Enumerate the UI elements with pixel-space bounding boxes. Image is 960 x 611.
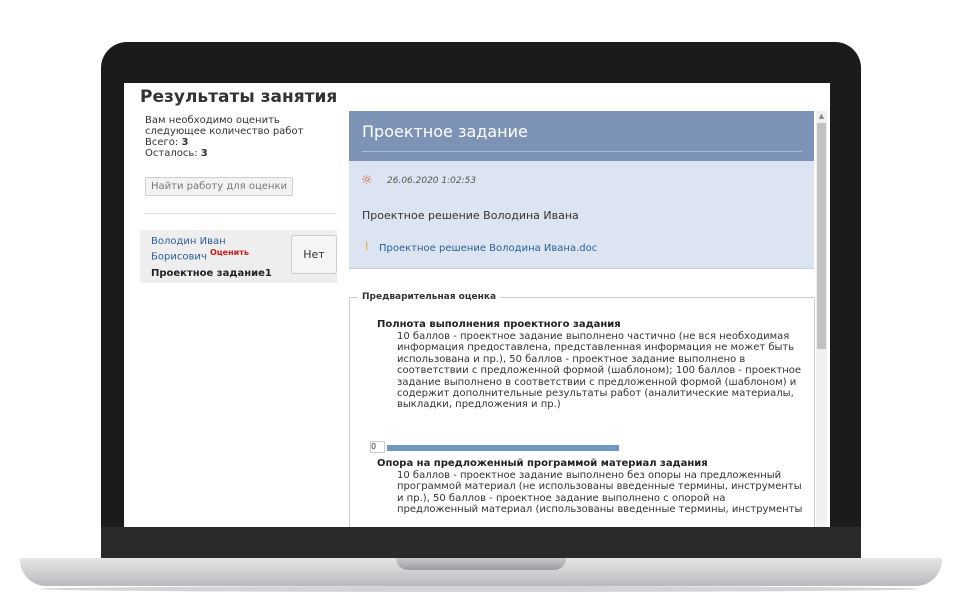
remaining-label: Осталось: xyxy=(145,148,201,159)
criterion-line: соответствии с предложенной формой (шабл… xyxy=(397,365,802,377)
criterion-description: 10 баллов - проектное задание выполнено … xyxy=(397,331,812,411)
paperclip-icon: ⌇ xyxy=(364,240,370,253)
criterion-description: 10 баллов - проектное задание выполнено … xyxy=(397,470,812,516)
panel-header-divider xyxy=(362,151,802,152)
scrollbar[interactable]: ▲ xyxy=(816,111,827,527)
work-card[interactable]: Володин Иван Борисович Оценить Проектное… xyxy=(140,230,337,283)
no-button[interactable]: Нет xyxy=(291,235,337,274)
scroll-thumb[interactable] xyxy=(817,123,826,349)
criterion-line: 10 баллов - проектное задание выполнено … xyxy=(397,331,790,342)
total-row: Всего: 3 xyxy=(145,137,325,148)
document-link[interactable]: Проектное решение Володина Ивана.doc xyxy=(379,243,597,254)
criterion-line: содержит дополнительные результаты работ… xyxy=(397,388,794,400)
panel-title: Проектное задание xyxy=(362,122,528,141)
student-name: Володин Иван Борисович Оценить xyxy=(151,236,271,262)
criterion-line: предложенный материал (использованы введ… xyxy=(397,504,803,516)
criterion-line: задание выполнено в соответствии с предл… xyxy=(397,376,797,388)
page-title: Результаты занятия xyxy=(140,87,338,107)
criterion-line: и пр.), 50 баллов - проектное задание вы… xyxy=(397,492,726,504)
criterion-line: использована и пр.), 50 баллов - проектн… xyxy=(397,353,746,365)
laptop-shadow xyxy=(40,586,920,592)
total-value: 3 xyxy=(181,137,189,148)
panel-body: ☼ 26.06.2020 1:02:53 Проектное решение В… xyxy=(349,161,814,269)
info-line: следующее количество работ xyxy=(145,126,304,137)
work-task: Проектное задание1 xyxy=(151,268,272,279)
divider xyxy=(145,213,336,214)
info-line: Вам необходимо оценить xyxy=(145,115,280,126)
student-name-line2-text: Борисович xyxy=(151,251,207,263)
rate-link[interactable]: Оценить xyxy=(210,248,249,257)
criterion-line: 10 баллов - проектное задание выполнено … xyxy=(397,470,782,481)
student-name-line2: Борисович Оценить xyxy=(151,247,271,262)
datetime: 26.06.2020 1:02:53 xyxy=(387,176,477,186)
remaining-row: Осталось: 3 xyxy=(145,148,325,159)
find-work-button[interactable]: Найти работу для оценки xyxy=(145,177,293,196)
student-name-line1: Володин Иван xyxy=(151,236,226,247)
criterion-line: выкладки, предложения и пр.) xyxy=(397,399,561,411)
assessment-fieldset: Предварительная оценка Полнота выполнени… xyxy=(349,292,815,527)
panel-header: Проектное задание xyxy=(349,111,814,161)
score-slider[interactable] xyxy=(387,445,619,451)
criterion-title: Опора на предложенный программой материа… xyxy=(377,458,708,469)
assessment-legend: Предварительная оценка xyxy=(358,292,501,302)
laptop-notch xyxy=(396,558,566,570)
criterion-line: информация предоставлена, представленная… xyxy=(397,342,795,354)
remaining-value: 3 xyxy=(200,148,208,159)
screen: Результаты занятия Вам необходимо оценит… xyxy=(124,83,830,527)
scroll-up-icon[interactable]: ▲ xyxy=(816,111,827,121)
sun-icon: ☼ xyxy=(361,173,373,188)
score-value[interactable]: 0 xyxy=(370,441,385,453)
criterion-title: Полнота выполнения проектного задания xyxy=(377,319,621,330)
solution-title: Проектное решение Володина Ивана xyxy=(362,209,579,222)
info-text: Вам необходимо оценить следующее количес… xyxy=(145,115,325,159)
total-label: Всего: xyxy=(145,137,182,148)
criterion-line: программой материал (не использованы вве… xyxy=(397,481,802,493)
